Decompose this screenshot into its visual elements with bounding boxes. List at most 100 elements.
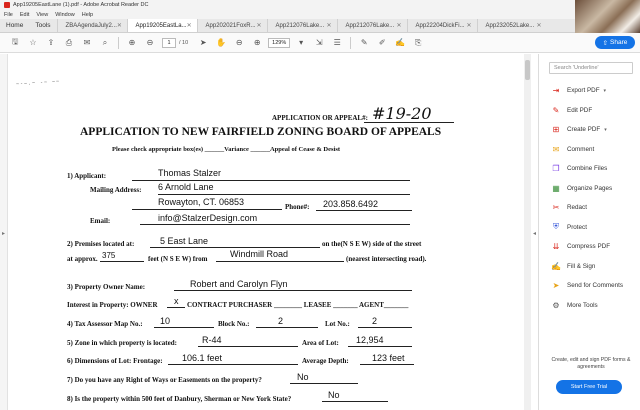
underline xyxy=(316,210,412,211)
tool-export-pdf[interactable]: ⇥ Export PDF ▾ xyxy=(551,81,637,101)
expand-left-panel-icon[interactable]: ▸ xyxy=(2,230,5,237)
underline xyxy=(140,224,410,225)
doc-tab[interactable]: App202021FoxR... ✕ xyxy=(196,19,267,32)
hand-tool-icon[interactable]: ✋ xyxy=(212,35,230,51)
chevron-down-icon[interactable]: ▾ xyxy=(604,88,607,94)
collapse-right-panel-icon[interactable]: ◂ xyxy=(533,230,536,237)
email-icon[interactable]: ✉ xyxy=(78,35,96,51)
menu-edit[interactable]: Edit xyxy=(20,12,29,18)
print-icon[interactable]: ⎙ xyxy=(60,35,78,51)
underline xyxy=(132,209,282,210)
select-cursor-icon[interactable]: ➤ xyxy=(194,35,212,51)
tool-more-tools[interactable]: ⚙ More Tools xyxy=(551,296,637,316)
share-icon: ⇧ xyxy=(602,39,609,47)
zoom-in-icon[interactable]: ⊕ xyxy=(248,35,266,51)
zoom-dropdown-icon[interactable]: ▾ xyxy=(292,35,310,51)
area-of-lot-value: 12,954 xyxy=(356,335,384,345)
doc-tab[interactable]: ZBAAgendaJuly2... ✕ xyxy=(56,19,127,32)
tool-comment[interactable]: ✉ Comment xyxy=(551,140,637,160)
doc-tab-label: ZBAAgendaJuly2... xyxy=(65,22,117,29)
owner-label: 3) Property Owner Name: xyxy=(67,283,146,291)
underline xyxy=(167,307,185,308)
page-number-input[interactable]: 1 xyxy=(162,37,176,48)
tab-home[interactable]: Home xyxy=(0,19,29,32)
address-line-2: Rowayton, CT. 06853 xyxy=(158,197,245,207)
scrollbar-thumb[interactable] xyxy=(525,60,530,80)
tool-create-pdf[interactable]: ⊞ Create PDF ▾ xyxy=(551,120,637,140)
tool-fill-sign[interactable]: ✍ Fill & Sign xyxy=(551,257,637,277)
vertical-scrollbar[interactable] xyxy=(524,54,531,410)
doc-tab[interactable]: App212076Lake... ✕ xyxy=(266,19,337,32)
average-depth-label: Average Depth: xyxy=(302,357,349,365)
start-free-trial-button[interactable]: Start Free Trial xyxy=(556,380,622,394)
tool-label: Compress PDF xyxy=(567,243,611,251)
tools-search-input[interactable]: Search 'Underline' xyxy=(549,62,633,74)
send-comments-icon: ➤ xyxy=(552,281,560,291)
tool-redact[interactable]: ✂ Redact xyxy=(551,198,637,218)
doc-tab-label: App19205EastLa... xyxy=(135,22,187,29)
underline xyxy=(348,346,412,347)
save-icon[interactable]: 🖫 xyxy=(6,35,24,51)
menu-window[interactable]: Window xyxy=(55,12,75,18)
promo-text: Create, edit and sign PDF forms & agreem… xyxy=(551,357,631,370)
fit-page-icon[interactable]: ⇲ xyxy=(310,35,328,51)
bookmark-star-icon[interactable]: ☆ xyxy=(24,35,42,51)
close-tab-icon[interactable]: ✕ xyxy=(467,22,472,29)
scroll-mode-icon[interactable]: ☰ xyxy=(328,35,346,51)
close-tab-icon[interactable]: ✕ xyxy=(397,22,402,29)
toolbar-divider xyxy=(350,36,352,49)
highlight-pen-icon[interactable]: ✐ xyxy=(373,35,391,51)
tool-label: Send for Comments xyxy=(567,282,623,290)
question-8-answer: No xyxy=(328,390,340,400)
close-tab-icon[interactable]: ✕ xyxy=(187,22,192,29)
share-button[interactable]: ⇧ Share xyxy=(595,36,635,49)
more-tools-icon: ⚙ xyxy=(552,300,560,310)
tool-label: Fill & Sign xyxy=(567,262,596,270)
tool-label: Protect xyxy=(567,223,587,231)
tools-pane: Search 'Underline' ⇥ Export PDF ▾ ✎ Edit PDF… xyxy=(538,54,640,410)
export-pdf-icon: ⇥ xyxy=(552,86,560,96)
close-tab-icon[interactable]: ✕ xyxy=(117,22,122,29)
owner-value: Robert and Carolyn Flyn xyxy=(190,279,288,289)
doc-tab-active[interactable]: App19205EastLa... ✕ xyxy=(126,19,197,32)
acrobat-app-icon xyxy=(4,2,10,8)
zoom-out-icon[interactable]: ⊖ xyxy=(230,35,248,51)
tool-send-for-comments[interactable]: ➤ Send for Comments xyxy=(551,276,637,296)
stamp-icon[interactable]: ⎘ xyxy=(409,35,427,51)
tab-tools[interactable]: Tools xyxy=(29,19,56,32)
comment-tool-icon[interactable]: ✎ xyxy=(355,35,373,51)
menu-view[interactable]: View xyxy=(36,12,48,18)
tool-protect[interactable]: ⛨ Protect xyxy=(551,218,637,238)
previous-page-icon[interactable]: ⊕ xyxy=(123,35,141,51)
doc-tab-label: App202021FoxR... xyxy=(205,22,256,29)
close-tab-icon[interactable]: ✕ xyxy=(537,22,542,29)
menu-file[interactable]: File xyxy=(4,12,13,18)
toolbar-divider xyxy=(118,36,119,49)
tool-compress-pdf[interactable]: ⇊ Compress PDF xyxy=(551,237,637,257)
edit-pdf-icon: ✎ xyxy=(552,105,560,115)
document-viewer[interactable]: ▸ ~-~.~ -~ ~~ APPLICATION OR APPEAL#: #1… xyxy=(0,54,538,410)
menu-help[interactable]: Help xyxy=(82,12,93,18)
sign-icon[interactable]: ✍ xyxy=(391,35,409,51)
tool-label: Redact xyxy=(567,204,587,212)
close-tab-icon[interactable]: ✕ xyxy=(257,22,262,29)
tool-label: Comment xyxy=(567,145,595,153)
zoom-level-select[interactable]: 129% xyxy=(268,37,291,48)
email-value: info@StalzerDesign.com xyxy=(158,213,258,223)
tool-edit-pdf[interactable]: ✎ Edit PDF xyxy=(551,101,637,121)
doc-tab[interactable]: App22204DickFi... ✕ xyxy=(406,19,477,32)
tool-organize-pages[interactable]: ▦ Organize Pages xyxy=(551,179,637,199)
approx-label: at approx. xyxy=(67,255,98,263)
find-icon[interactable]: ⌕ xyxy=(96,35,114,51)
underline xyxy=(322,401,388,402)
next-page-icon[interactable]: ⊖ xyxy=(141,35,159,51)
close-tab-icon[interactable]: ✕ xyxy=(327,22,332,29)
doc-tab[interactable]: App232052Lake... ✕ xyxy=(476,19,547,32)
doc-tab[interactable]: App212076Lake... ✕ xyxy=(336,19,407,32)
chevron-down-icon[interactable]: ▾ xyxy=(604,127,607,133)
application-number-label: APPLICATION OR APPEAL#: xyxy=(272,114,368,122)
form-heading: APPLICATION TO NEW FAIRFIELD ZONING BOAR… xyxy=(80,126,442,138)
email-label: Email: xyxy=(90,217,111,225)
tool-combine-files[interactable]: ❐ Combine Files xyxy=(551,159,637,179)
upload-icon[interactable]: ⇪ xyxy=(42,35,60,51)
